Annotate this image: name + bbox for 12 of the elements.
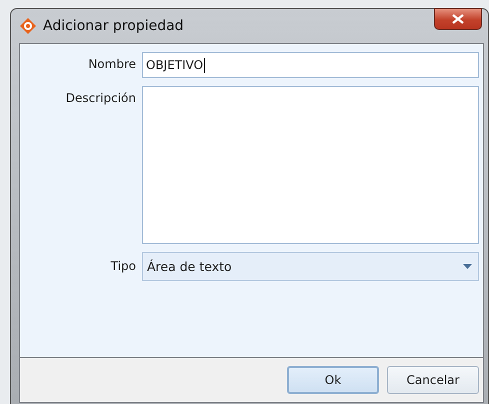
input-field[interactable]: OBJETIVO xyxy=(142,52,479,78)
field-label: Nombre xyxy=(87,56,136,71)
app-icon xyxy=(19,17,37,35)
dialog-button[interactable]: Ok xyxy=(287,366,379,394)
window-title: Adicionar propiedad xyxy=(43,18,184,34)
close-button[interactable] xyxy=(434,8,482,30)
field-label: Descripción xyxy=(64,90,136,105)
field-label: Tipo xyxy=(110,258,136,273)
close-icon xyxy=(452,14,464,24)
dialog-button[interactable]: Cancelar xyxy=(387,366,479,394)
dropdown[interactable]: Área de texto xyxy=(142,252,479,281)
dropdown-arrow-icon xyxy=(463,264,472,269)
